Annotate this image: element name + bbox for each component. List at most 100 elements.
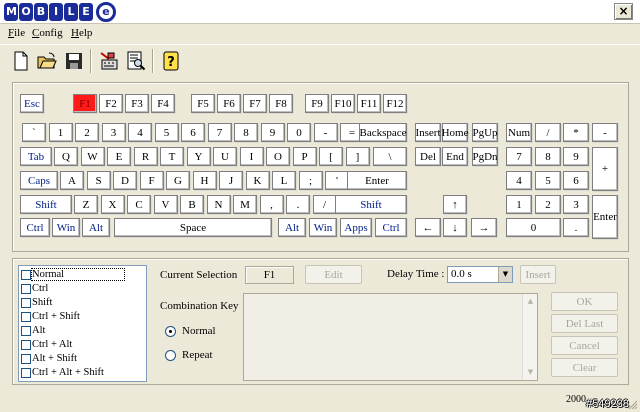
key-f5[interactable]: F5 [191,94,215,113]
key-down[interactable]: ↓ [443,218,467,237]
menu-config[interactable]: Config [32,27,63,39]
key-plus[interactable]: + [592,147,618,191]
modifier-checkbox[interactable] [21,283,31,294]
ok-button[interactable]: OK [551,292,618,311]
key-enter[interactable]: Enter [592,195,618,239]
key-end[interactable]: End [442,147,468,166]
key-i[interactable]: I [239,147,264,166]
key-v[interactable]: V [153,195,178,214]
list-item[interactable]: Ctrl [21,282,48,295]
key-right[interactable]: → [471,218,497,237]
key-9[interactable]: 9 [563,147,589,166]
key-backtick[interactable]: ` [22,123,46,142]
key-minus[interactable]: - [313,123,338,142]
cancel-button[interactable]: Cancel [551,336,618,355]
key-esc[interactable]: Esc [20,94,44,113]
key-comma[interactable]: , [259,195,284,214]
key-rbracket[interactable]: ] [345,147,370,166]
key-o[interactable]: O [266,147,290,166]
del-last-button[interactable]: Del Last [551,314,618,333]
modifier-checkbox[interactable] [21,367,31,378]
key-f11[interactable]: F11 [357,94,381,113]
key-minus[interactable]: - [592,123,618,142]
list-item[interactable]: Alt [21,324,45,337]
key-shift[interactable]: Shift [335,195,407,214]
key-space[interactable]: Space [114,218,272,237]
key-left[interactable]: ← [415,218,441,237]
key-g[interactable]: G [166,171,190,190]
key-tab[interactable]: Tab [20,147,52,166]
key-d[interactable]: D [113,171,137,190]
key-f[interactable]: F [139,171,164,190]
key-3[interactable]: 3 [563,195,589,214]
key-win[interactable]: Win [52,218,80,237]
combination-text-area[interactable]: ▲ ▼ [243,293,538,381]
modifier-list[interactable]: Normal Ctrl Shift Ctrl + Shift Alt Ctrl … [18,265,147,382]
search-doc-button[interactable] [123,48,148,73]
key-8[interactable]: 8 [535,147,561,166]
key-asterisk[interactable]: * [563,123,589,142]
modifier-checkbox[interactable] [21,339,31,350]
key-slash[interactable]: / [312,195,337,214]
key-p[interactable]: P [292,147,317,166]
key-f6[interactable]: F6 [217,94,241,113]
key-x[interactable]: X [100,195,125,214]
key-insert[interactable]: Insert [415,123,441,142]
key-f9[interactable]: F9 [305,94,329,113]
modifier-checkbox[interactable] [21,325,31,336]
key-c[interactable]: C [127,195,151,214]
key-6[interactable]: 6 [181,123,205,142]
new-file-button[interactable] [8,48,33,73]
key-j[interactable]: J [219,171,243,190]
menu-help[interactable]: Help [71,27,92,39]
save-button[interactable] [61,48,86,73]
key-4[interactable]: 4 [128,123,152,142]
key-z[interactable]: Z [74,195,98,214]
key-f4[interactable]: F4 [151,94,175,113]
modifier-checkbox[interactable] [21,297,31,308]
key-a[interactable]: A [60,171,84,190]
key-alt[interactable]: Alt [278,218,306,237]
list-item[interactable]: Ctrl + Alt [21,338,72,351]
key-home[interactable]: Home [442,123,468,142]
key-num[interactable]: Num [506,123,532,142]
menu-file[interactable]: File [8,27,25,39]
key-pgup[interactable]: PgUp [472,123,498,142]
key-m[interactable]: M [233,195,257,214]
key-pgdn[interactable]: PgDn [472,147,498,166]
key-f7[interactable]: F7 [243,94,267,113]
key-3[interactable]: 3 [101,123,126,142]
key-f10[interactable]: F10 [331,94,355,113]
key-quote[interactable]: ' [325,171,349,190]
key-l[interactable]: L [272,171,296,190]
help-button[interactable]: ? [158,48,183,73]
key-backspace[interactable]: Backspace [359,123,407,142]
key-y[interactable]: Y [186,147,211,166]
close-button[interactable]: × [614,3,633,20]
insert-button[interactable]: Insert [520,265,556,284]
chevron-down-icon[interactable]: ▼ [498,267,512,282]
key-8[interactable]: 8 [234,123,258,142]
list-item[interactable]: Ctrl + Shift [21,310,80,323]
delay-time-select[interactable]: 0.0 s ▼ [447,266,513,283]
key-e[interactable]: E [107,147,131,166]
key-period[interactable]: . [563,218,589,237]
key-ctrl[interactable]: Ctrl [375,218,407,237]
key-q[interactable]: Q [54,147,78,166]
vertical-scrollbar[interactable]: ▲ ▼ [522,294,537,380]
open-button[interactable] [34,48,59,73]
key-7[interactable]: 7 [506,147,532,166]
key-enter[interactable]: Enter [347,171,407,190]
resize-grip-icon[interactable] [627,399,638,410]
key-f2[interactable]: F2 [99,94,123,113]
key-2[interactable]: 2 [535,195,561,214]
key-f1[interactable]: F1 [73,94,97,113]
key-5[interactable]: 5 [154,123,179,142]
key-slash[interactable]: / [535,123,561,142]
key-f12[interactable]: F12 [383,94,407,113]
key-w[interactable]: W [80,147,105,166]
key-f3[interactable]: F3 [125,94,149,113]
key-5[interactable]: 5 [535,171,561,190]
key-lbracket[interactable]: [ [319,147,343,166]
key-period[interactable]: . [286,195,310,214]
